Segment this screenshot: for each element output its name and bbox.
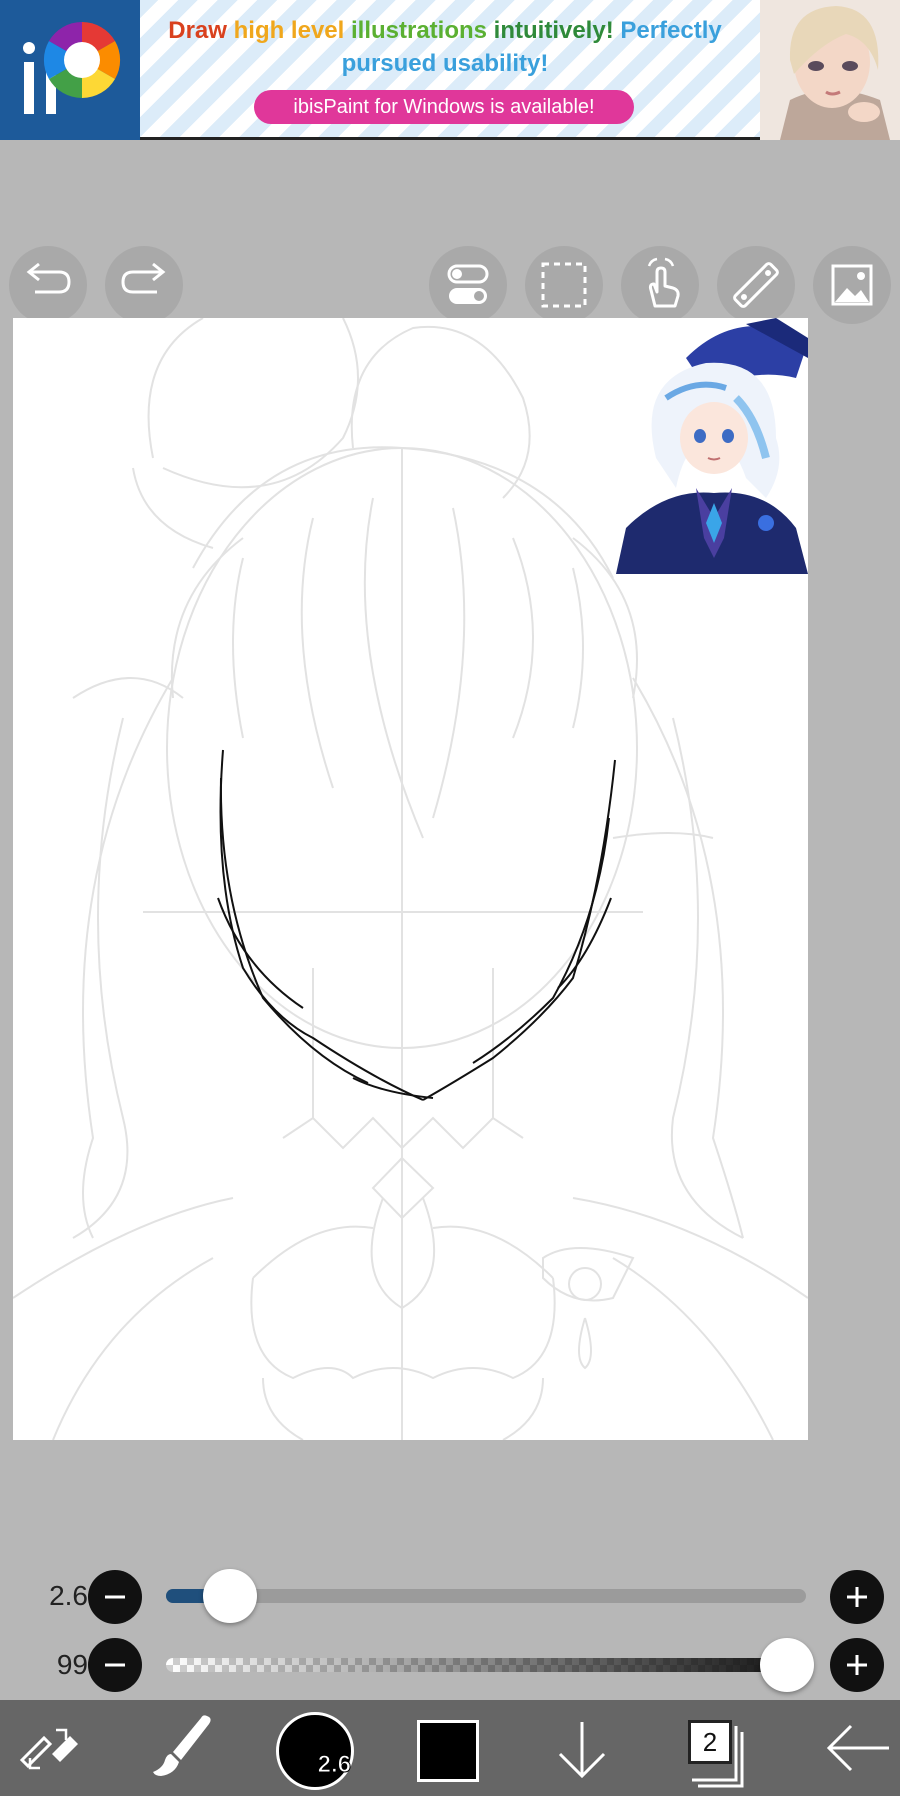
selection-button[interactable] [525, 246, 603, 324]
opacity-plus-button[interactable] [830, 1638, 884, 1692]
brush-size-minus-button[interactable] [88, 1570, 142, 1624]
brush-preview-size-label: 2.6 [317, 1751, 351, 1779]
brush-size-plus-button[interactable] [830, 1570, 884, 1624]
ad-headline-part: Draw [168, 17, 234, 44]
image-icon [831, 264, 873, 306]
hand-tool-button[interactable] [621, 246, 699, 324]
reference-image-button[interactable] [813, 246, 891, 324]
opacity-minus-button[interactable] [88, 1638, 142, 1692]
minus-icon [105, 1595, 125, 1599]
ad-headline-part: high level [233, 17, 351, 44]
toggle-switch-icon [447, 264, 489, 304]
redo-arrow-icon [121, 262, 166, 294]
bottom-toolbar: 2.6 2 [0, 1700, 900, 1796]
hand-touch-icon [647, 257, 680, 308]
ad-headline-part: illustrations [350, 17, 494, 44]
toggle-button[interactable] [429, 246, 507, 324]
ad-cta-button[interactable]: ibisPaint for Windows is available! [254, 90, 634, 124]
color-swatch-button[interactable] [417, 1720, 479, 1782]
arrow-left-icon [826, 1724, 889, 1772]
ruler-icon [733, 262, 779, 308]
brush-size-slider[interactable] [166, 1589, 806, 1603]
layer-transfer-button[interactable] [527, 1700, 637, 1796]
undo-arrow-icon [26, 262, 71, 294]
brush-tool-button[interactable] [125, 1700, 235, 1796]
plus-icon [847, 1587, 867, 1607]
paintbrush-icon [153, 1715, 211, 1776]
opacity-slider[interactable] [166, 1658, 806, 1672]
undo-button[interactable] [9, 246, 87, 324]
ad-banner[interactable]: Draw high level illustrations intuitivel… [0, 0, 900, 140]
opacity-slider-handle[interactable] [760, 1638, 814, 1692]
ad-headline: Draw high level illustrations intuitivel… [150, 14, 740, 80]
brush-size-slider-handle[interactable] [203, 1569, 257, 1623]
brush-preview-button[interactable]: 2.6 [276, 1712, 354, 1790]
back-button[interactable] [800, 1700, 900, 1796]
tool-switch-button[interactable] [0, 1700, 110, 1796]
ruler-button[interactable] [717, 246, 795, 324]
minus-icon [105, 1663, 125, 1667]
opacity-value: 99 [56, 1649, 88, 1680]
redo-button[interactable] [105, 246, 183, 324]
plus-icon [847, 1655, 867, 1675]
ad-headline-part: intuitively! [493, 17, 621, 44]
reference-image[interactable] [616, 318, 808, 574]
brush-size-value: 2.6 [49, 1580, 88, 1611]
arrow-down-icon [558, 1722, 606, 1779]
ibispaint-logo [0, 0, 140, 140]
brush-eraser-swap-icon [19, 1728, 78, 1770]
layer-count-label: 2 [688, 1720, 732, 1764]
ad-portrait-image [760, 0, 900, 140]
dashed-selection-icon [541, 262, 587, 308]
